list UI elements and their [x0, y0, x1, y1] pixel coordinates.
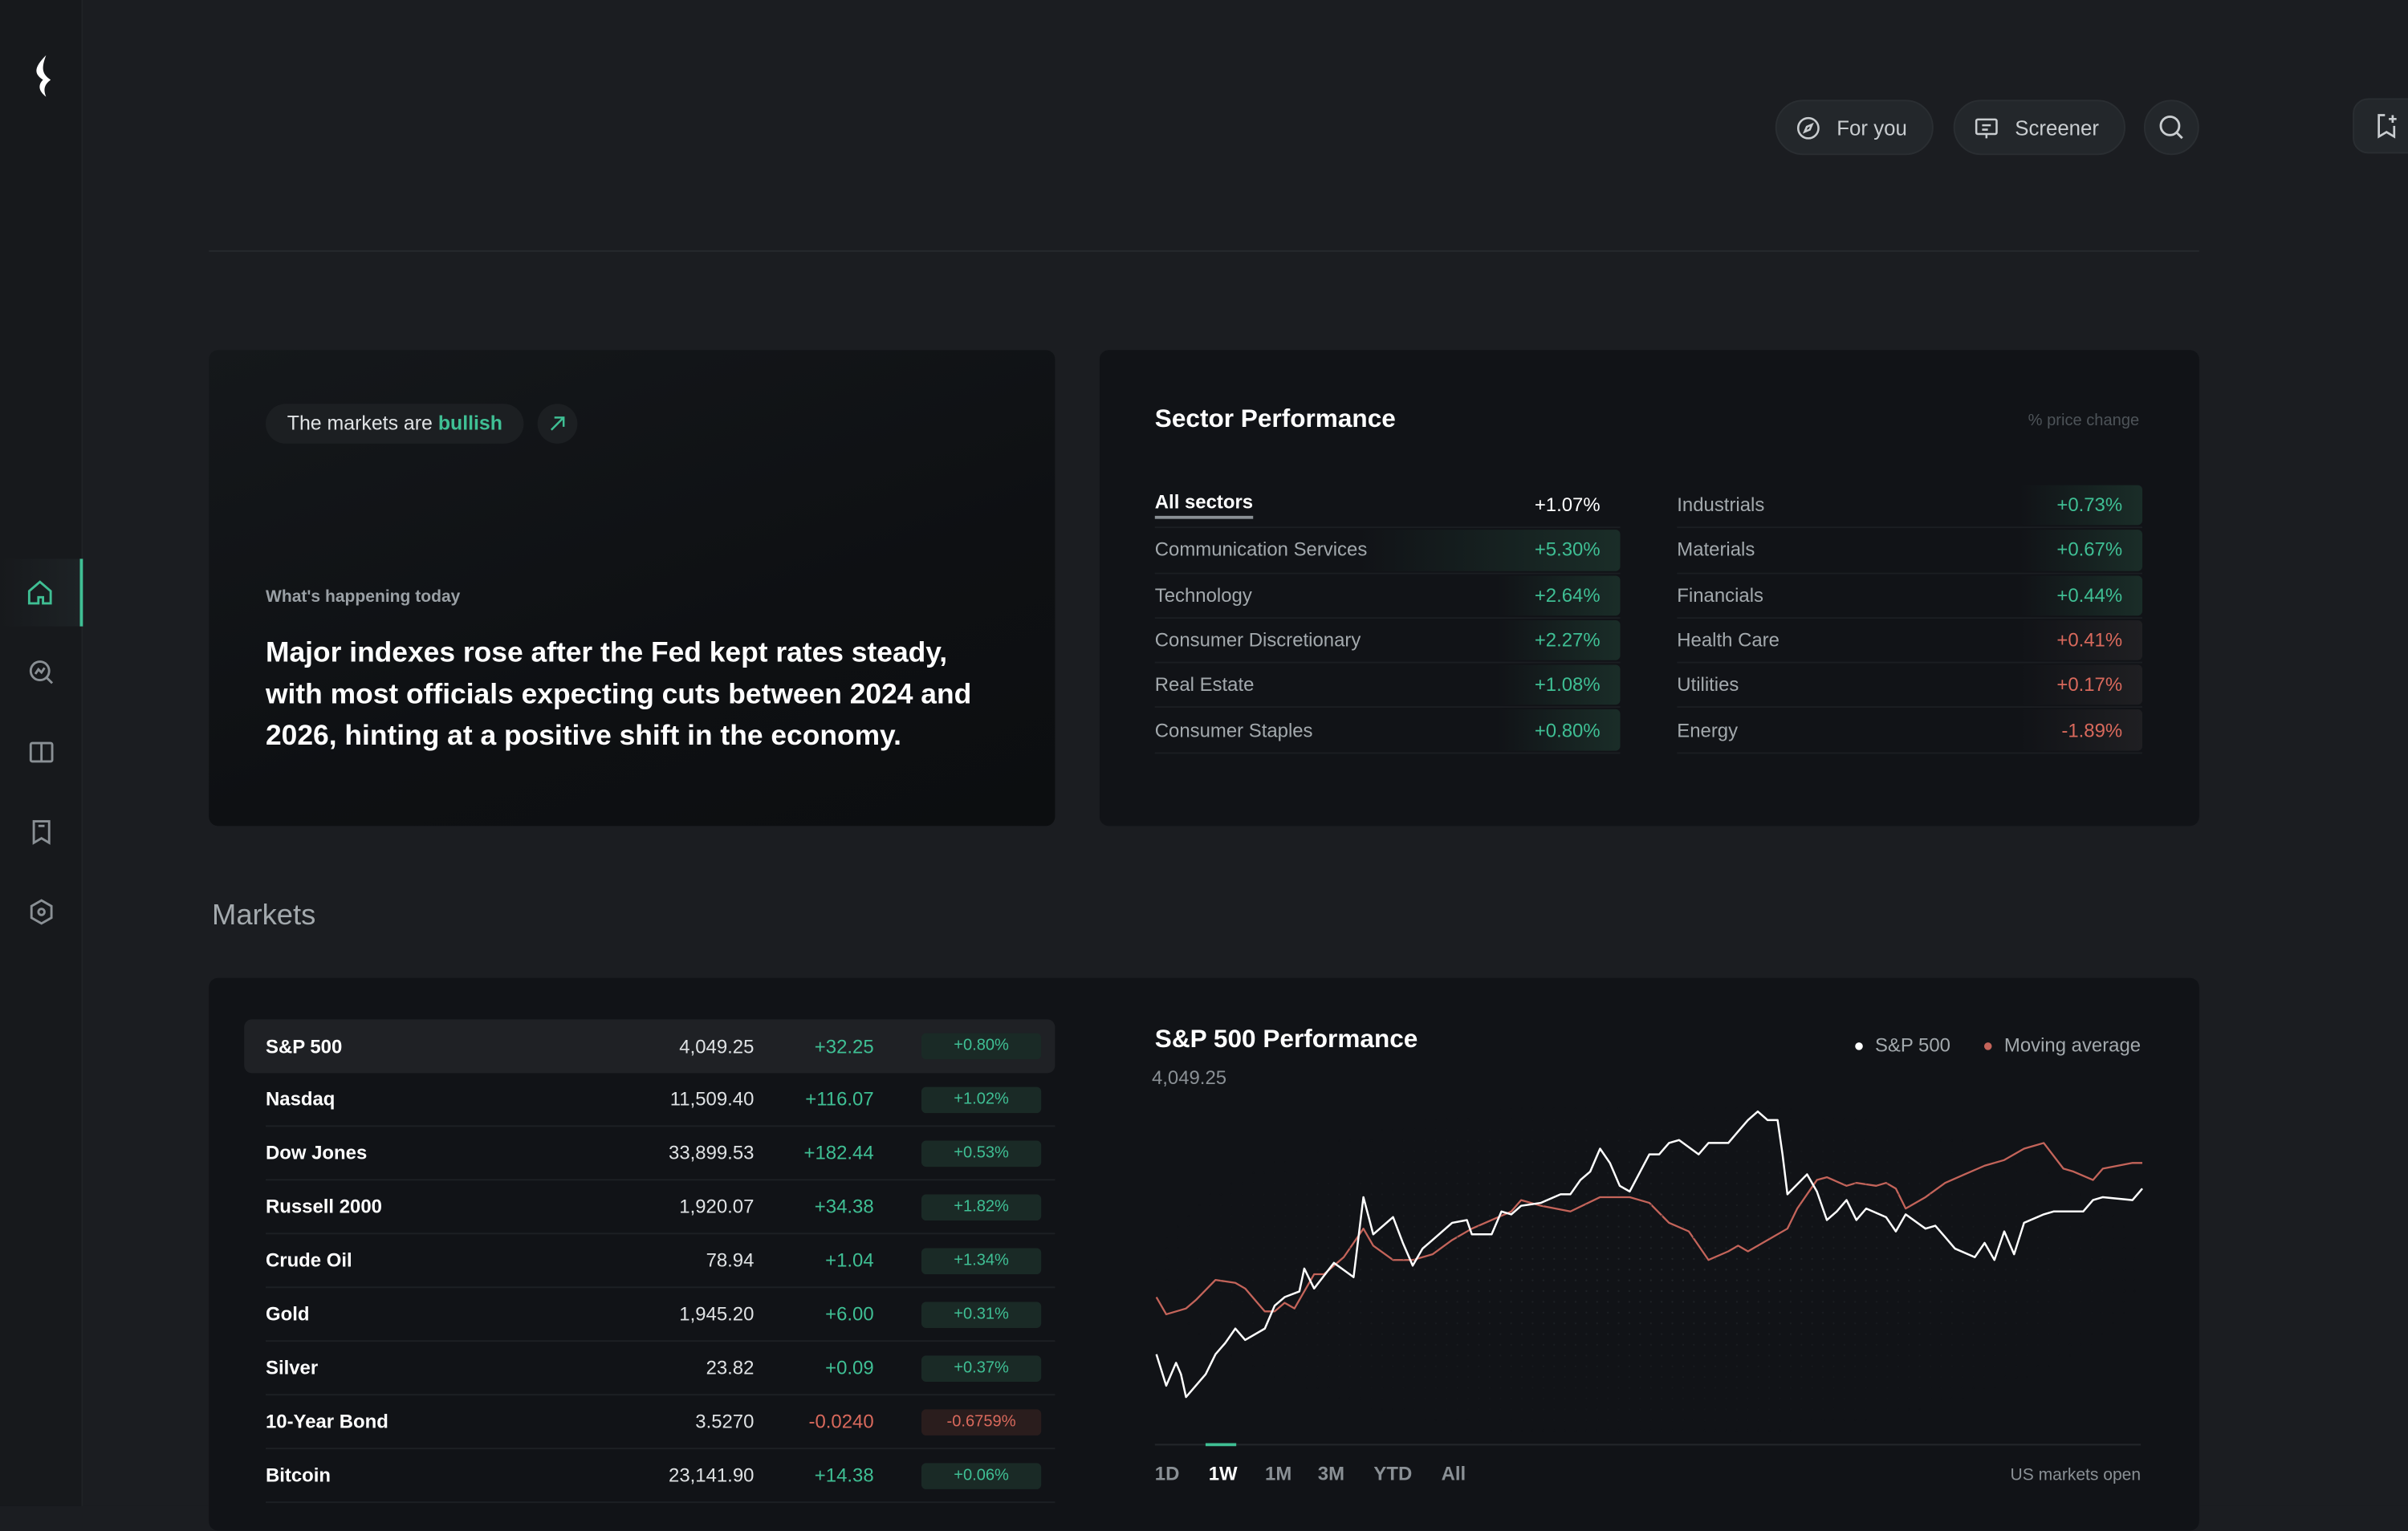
arrow-up-right-icon [550, 416, 565, 431]
sector-performance-card: Sector Performance % price change All se… [1099, 350, 2199, 826]
performance-chart [1154, 1100, 2144, 1447]
bookmark-icon [32, 820, 51, 845]
sector-value: +0.44% [2056, 584, 2123, 607]
sector-row[interactable]: Communication Services +5.30% [1154, 529, 1621, 574]
sector-title: Sector Performance [1154, 405, 1396, 433]
news-card: The markets are bullish What's happening… [209, 350, 1056, 826]
sector-name: Industrials [1677, 494, 1765, 517]
markets-heading: Markets [212, 900, 316, 932]
sector-row[interactable]: Energy -1.89% [1677, 709, 2143, 753]
sector-name: Financials [1677, 584, 1763, 607]
sector-value: +0.73% [2056, 494, 2123, 517]
logo-icon[interactable] [27, 52, 58, 98]
sector-value: +0.80% [1534, 719, 1601, 741]
market-status: US markets open [2010, 1466, 2142, 1485]
search-button[interactable] [2143, 99, 2199, 156]
sector-value: +2.64% [1534, 584, 1601, 607]
markets-card: S&P 500 4,049.25 +32.25 +0.80% Nasdaq 11,509.… [209, 977, 2199, 1531]
sector-list-right: Industrials +0.73% Materials +0.67% Financia… [1677, 484, 2143, 753]
for-you-button[interactable]: For you [1775, 99, 1934, 156]
sector-name: Materials [1677, 539, 1755, 562]
sector-name: Technology [1154, 584, 1252, 607]
open-sentiment-button[interactable] [537, 404, 578, 444]
sidebar-item-learn[interactable] [0, 718, 83, 786]
range-tab-1d[interactable]: 1D [1155, 1463, 1180, 1484]
sidebar [0, 0, 83, 1506]
screener-button[interactable]: Screener [1953, 99, 2125, 156]
sector-value: +5.30% [1534, 539, 1601, 562]
header-divider [209, 250, 2199, 252]
sector-name: All sectors [1154, 492, 1254, 519]
sector-name: Consumer Discretionary [1154, 629, 1361, 652]
sector-name: Health Care [1677, 629, 1780, 652]
screener-icon [1975, 117, 1998, 138]
sector-name: Real Estate [1154, 674, 1255, 696]
sentiment-prefix: The markets are [287, 411, 433, 435]
sector-list-left: All sectors +1.07% Communication Services +… [1154, 484, 1621, 753]
sector-row[interactable]: Industrials +0.73% [1677, 484, 2143, 529]
range-tabs: 1D 1W 1M 3M YTD All [1155, 1463, 1466, 1484]
sector-row[interactable]: Real Estate +1.08% [1154, 664, 1621, 709]
sector-row[interactable]: Financials +0.44% [1677, 574, 2143, 619]
sector-value: -1.89% [2061, 719, 2123, 741]
sentiment-value: bullish [437, 411, 502, 435]
watchlist-add-button[interactable] [2353, 98, 2408, 154]
range-tab-all[interactable]: All [1442, 1463, 1466, 1484]
bookmark-add-icon [2377, 114, 2397, 139]
sidebar-item-settings[interactable] [0, 878, 83, 945]
sector-row[interactable]: Technology +2.64% [1154, 574, 1621, 619]
sector-value: +1.07% [1534, 494, 1601, 517]
sector-row[interactable]: All sectors +1.07% [1154, 484, 1621, 529]
sector-name: Energy [1677, 719, 1739, 741]
sector-name: Utilities [1677, 674, 1739, 696]
for-you-label: For you [1837, 116, 1907, 140]
range-tab-1w[interactable]: 1W [1209, 1463, 1238, 1484]
sidebar-item-watchlist[interactable] [0, 798, 83, 866]
sector-row[interactable]: Materials +0.67% [1677, 529, 2143, 574]
sector-row[interactable]: Health Care +0.41% [1677, 619, 2143, 664]
news-headline[interactable]: Major indexes rose after the Fed kept ra… [266, 631, 987, 755]
market-sentiment-badge[interactable]: The markets are bullish [265, 404, 524, 444]
sector-value: +0.41% [2056, 629, 2123, 652]
sector-name: Consumer Staples [1154, 719, 1313, 741]
sector-value: +0.17% [2056, 674, 2123, 696]
sector-value: +1.08% [1534, 674, 1601, 696]
range-tab-3m[interactable]: 3M [1318, 1463, 1344, 1484]
screener-label: Screener [2015, 116, 2100, 140]
range-tab-ytd[interactable]: YTD [1373, 1463, 1412, 1484]
app: For you Screener The markets are bullish… [0, 0, 2408, 1531]
home-icon [27, 580, 52, 605]
sector-value: +2.27% [1534, 629, 1601, 652]
sector-row[interactable]: Consumer Staples +0.80% [1154, 709, 1621, 753]
search-icon [2159, 115, 2183, 140]
sector-row[interactable]: Utilities +0.17% [1677, 664, 2143, 709]
sidebar-item-explore[interactable] [0, 639, 83, 706]
settings-icon [30, 899, 53, 925]
sector-note: % price change [2028, 411, 2140, 430]
compass-icon [1796, 116, 1820, 139]
sidebar-item-home[interactable] [0, 558, 83, 627]
sector-value: +0.67% [2056, 539, 2123, 562]
sector-name: Communication Services [1154, 539, 1368, 562]
range-tab-1m[interactable]: 1M [1265, 1463, 1291, 1484]
news-kicker: What's happening today [265, 587, 461, 607]
sector-row[interactable]: Consumer Discretionary +2.27% [1154, 619, 1621, 664]
book-icon [29, 741, 54, 763]
chart-search-icon [29, 660, 54, 684]
